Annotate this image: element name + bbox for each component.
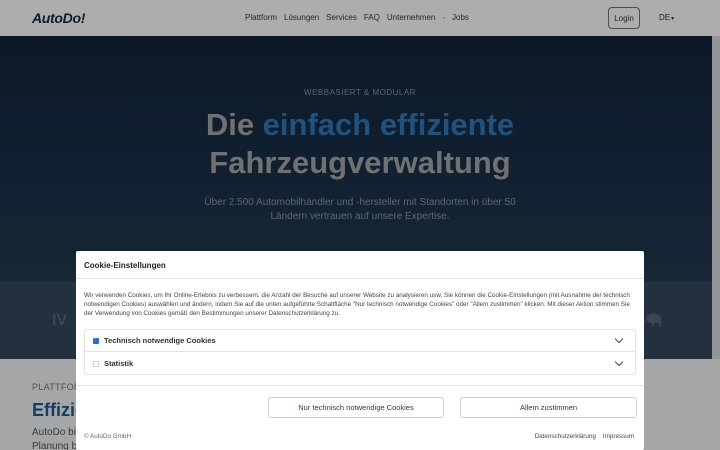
- modal-footer-links: Datenschutzerklärung Impressum: [535, 433, 634, 440]
- divider: [76, 278, 644, 279]
- chevron-down-icon[interactable]: [614, 357, 624, 367]
- checkbox-statistics[interactable]: [93, 361, 99, 367]
- cookie-description: Wir verwenden Cookies, um Ihr Online-Erl…: [84, 292, 630, 317]
- modal-title: Cookie-Einstellungen: [84, 261, 166, 270]
- necessary-only-button[interactable]: Nur technisch notwendige Cookies: [268, 397, 444, 418]
- category-label-statistics: Statistik: [104, 359, 134, 368]
- cookie-settings-modal: Cookie-Einstellungen Wir verwenden Cooki…: [76, 251, 644, 450]
- chevron-down-icon[interactable]: [614, 334, 624, 344]
- privacy-link[interactable]: Datenschutzerklärung: [535, 433, 596, 440]
- divider: [76, 385, 644, 386]
- cookie-category-necessary[interactable]: Technisch notwendige Cookies: [85, 330, 635, 352]
- category-label-necessary: Technisch notwendige Cookies: [104, 336, 216, 345]
- cookie-category-statistics[interactable]: Statistik: [85, 353, 635, 375]
- cookie-categories-accordion: Technisch notwendige Cookies Statistik: [84, 329, 636, 375]
- accept-all-button[interactable]: Allem zustimmen: [460, 397, 637, 418]
- copyright: © AutoDo GmbH: [84, 433, 131, 440]
- checkbox-necessary[interactable]: [93, 335, 99, 344]
- imprint-link[interactable]: Impressum: [603, 433, 634, 440]
